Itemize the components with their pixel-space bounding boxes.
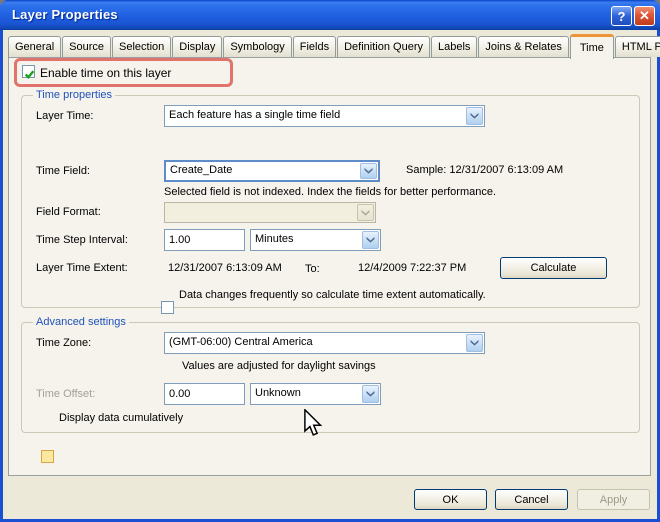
- chevron-down-icon[interactable]: [362, 231, 379, 249]
- layer-properties-dialog: Layer Properties ? ✕ General Source Sele…: [0, 0, 660, 522]
- time-step-unit-value: Minutes: [255, 233, 294, 245]
- time-field-label: Time Field:: [36, 165, 90, 177]
- time-zone-value: (GMT-06:00) Central America: [169, 336, 313, 348]
- advanced-settings-group-title: Advanced settings: [33, 316, 129, 328]
- extent-start-value: 12/31/2007 6:13:09 AM: [168, 262, 282, 274]
- mouse-cursor-icon: [303, 407, 323, 442]
- layer-time-label: Layer Time:: [36, 110, 94, 122]
- time-properties-group-title: Time properties: [33, 89, 116, 101]
- extent-to-label: To:: [305, 263, 320, 275]
- chevron-down-icon[interactable]: [360, 163, 377, 179]
- tab-labels[interactable]: Labels: [430, 36, 478, 57]
- auto-calculate-label: Data changes frequently so calculate tim…: [179, 289, 486, 301]
- time-field-sample: Sample: 12/31/2007 6:13:09 AM: [406, 164, 564, 176]
- close-button[interactable]: ✕: [634, 6, 655, 26]
- tab-html-popup[interactable]: HTML Popup: [614, 36, 660, 57]
- daylight-savings-label: Values are adjusted for daylight savings: [182, 360, 376, 372]
- tab-selection[interactable]: Selection: [112, 36, 172, 57]
- tab-general[interactable]: General: [8, 36, 62, 57]
- tab-fields[interactable]: Fields: [292, 36, 337, 57]
- tab-symbology[interactable]: Symbology: [223, 36, 292, 57]
- tab-source[interactable]: Source: [62, 36, 111, 57]
- chevron-down-icon[interactable]: [466, 107, 483, 125]
- enable-time-label: Enable time on this layer: [40, 66, 172, 80]
- apply-button: Apply: [577, 489, 650, 510]
- auto-calculate-checkbox[interactable]: [161, 301, 174, 314]
- time-offset-input[interactable]: [164, 383, 245, 405]
- question-icon: ?: [617, 8, 626, 24]
- tab-definition-query[interactable]: Definition Query: [337, 36, 430, 57]
- chevron-down-icon: [357, 204, 374, 221]
- time-step-interval-label: Time Step Interval:: [36, 234, 128, 246]
- time-field-value: Create_Date: [170, 164, 233, 176]
- time-zone-combobox[interactable]: (GMT-06:00) Central America: [164, 332, 485, 354]
- field-format-label: Field Format:: [36, 206, 101, 218]
- time-offset-unit-combobox[interactable]: Unknown: [250, 383, 381, 405]
- tab-strip: General Source Selection Display Symbolo…: [8, 33, 660, 59]
- layer-time-combobox[interactable]: Each feature has a single time field: [164, 105, 485, 127]
- layer-time-value: Each feature has a single time field: [169, 109, 341, 121]
- ok-button[interactable]: OK: [414, 489, 487, 510]
- display-cumulatively-checkbox[interactable]: [41, 450, 54, 463]
- enable-time-checkbox[interactable]: [22, 65, 35, 80]
- time-field-combobox[interactable]: Create_Date: [164, 160, 380, 182]
- tab-time[interactable]: Time: [569, 34, 614, 59]
- display-cumulatively-label: Display data cumulatively: [59, 412, 184, 424]
- time-field-index-note: Selected field is not indexed. Index the…: [164, 186, 497, 198]
- close-icon: ✕: [639, 8, 650, 23]
- check-icon: [24, 67, 35, 85]
- chevron-down-icon[interactable]: [362, 385, 379, 403]
- help-button[interactable]: ?: [611, 6, 632, 26]
- tab-joins-relates[interactable]: Joins & Relates: [478, 36, 569, 57]
- tab-display[interactable]: Display: [172, 36, 223, 57]
- layer-time-extent-label: Layer Time Extent:: [36, 262, 128, 274]
- time-step-unit-combobox[interactable]: Minutes: [250, 229, 381, 251]
- time-offset-unit-value: Unknown: [255, 387, 301, 399]
- cancel-button[interactable]: Cancel: [495, 489, 568, 510]
- chevron-down-icon[interactable]: [466, 334, 483, 352]
- time-offset-label: Time Offset:: [36, 388, 96, 400]
- time-step-interval-input[interactable]: [164, 229, 245, 251]
- window-title: Layer Properties: [12, 7, 118, 22]
- time-zone-label: Time Zone:: [36, 337, 92, 349]
- extent-end-value: 12/4/2009 7:22:37 PM: [358, 262, 467, 274]
- title-bar[interactable]: Layer Properties ? ✕: [0, 0, 660, 30]
- calculate-button[interactable]: Calculate: [500, 257, 607, 279]
- field-format-combobox: [164, 202, 376, 223]
- field-format-value: [165, 203, 356, 222]
